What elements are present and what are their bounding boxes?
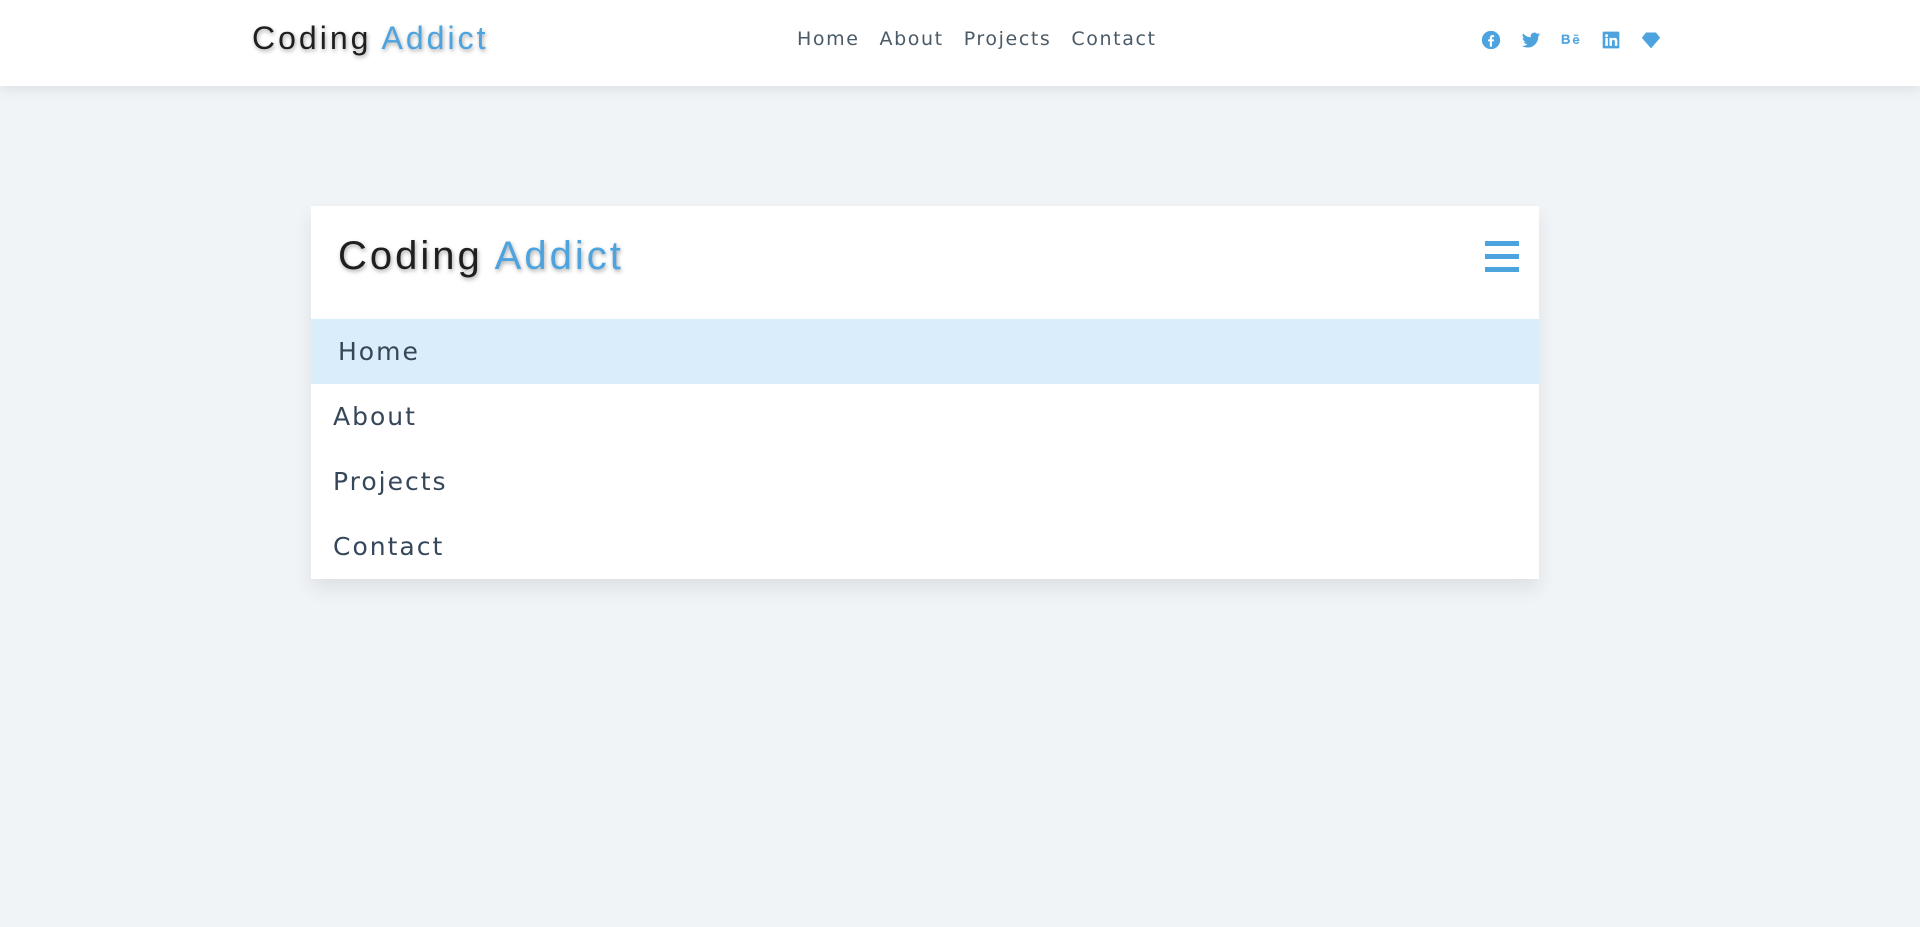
twitter-icon[interactable] bbox=[1520, 29, 1542, 51]
sketch-icon[interactable] bbox=[1640, 29, 1662, 51]
menu-item-home[interactable]: Home bbox=[311, 319, 1539, 384]
nav-link-about[interactable]: About bbox=[880, 28, 944, 50]
brand-word-coding: Coding bbox=[252, 20, 372, 56]
hamburger-menu-icon[interactable] bbox=[1485, 241, 1519, 273]
mobile-nav-card: Coding Addict Home About Projects Contac… bbox=[311, 206, 1539, 579]
card-brand-word-coding: Coding bbox=[338, 234, 483, 278]
brand-word-addict: Addict bbox=[381, 20, 489, 56]
top-navbar: Coding Addict Home About Projects Contac… bbox=[0, 0, 1920, 86]
social-links bbox=[1480, 29, 1662, 51]
nav-link-projects[interactable]: Projects bbox=[964, 28, 1052, 50]
behance-icon[interactable] bbox=[1560, 29, 1582, 51]
main-nav: Home About Projects Contact bbox=[797, 28, 1157, 50]
menu-item-about[interactable]: About bbox=[311, 384, 1539, 449]
brand-logo[interactable]: Coding Addict bbox=[252, 20, 488, 57]
card-brand-word-addict: Addict bbox=[494, 234, 624, 278]
linkedin-icon[interactable] bbox=[1600, 29, 1622, 51]
menu-item-projects[interactable]: Projects bbox=[311, 449, 1539, 514]
nav-link-contact[interactable]: Contact bbox=[1071, 28, 1156, 50]
nav-link-home[interactable]: Home bbox=[797, 28, 860, 50]
menu-item-contact[interactable]: Contact bbox=[311, 514, 1539, 579]
mobile-menu: Home About Projects Contact bbox=[311, 319, 1539, 579]
facebook-icon[interactable] bbox=[1480, 29, 1502, 51]
card-brand-logo[interactable]: Coding Addict bbox=[338, 234, 624, 279]
